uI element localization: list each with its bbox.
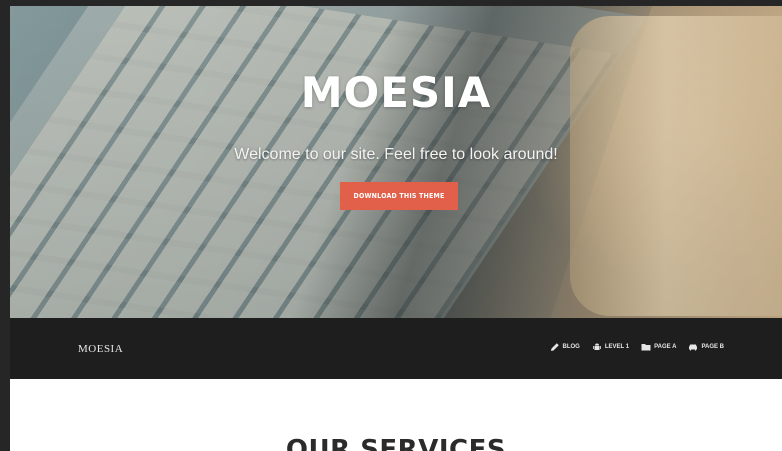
- browser-frame: MOESIA Welcome to our site. Feel free to…: [0, 0, 782, 451]
- nav-item-blog[interactable]: Blog: [550, 342, 580, 352]
- hero-section: MOESIA Welcome to our site. Feel free to…: [10, 6, 782, 318]
- section-title: OUR SERVICES: [285, 435, 507, 451]
- android-icon: [593, 343, 601, 350]
- nav-item-label: Page B: [701, 344, 724, 350]
- nav-item-label: Page A: [654, 344, 677, 350]
- car-icon: [689, 344, 698, 351]
- hero-subtitle: Welcome to our site. Feel free to look a…: [234, 146, 558, 163]
- pencil-icon: [550, 343, 559, 351]
- site-brand-link[interactable]: MOESIA: [78, 343, 123, 355]
- webpage: MOESIA Welcome to our site. Feel free to…: [10, 6, 782, 451]
- nav-item-page-b[interactable]: Page B: [688, 342, 724, 352]
- folder-icon: [641, 344, 651, 351]
- nav-item-level-1[interactable]: Level 1: [592, 342, 629, 352]
- main-navbar: MOESIA Blog Level 1 Page A Page B: [10, 318, 782, 379]
- download-theme-button[interactable]: Download this theme: [340, 182, 458, 210]
- nav-item-page-a[interactable]: Page A: [641, 342, 676, 352]
- hero-title: MOESIA: [300, 68, 492, 117]
- services-section: OUR SERVICES: [10, 379, 782, 451]
- nav-item-label: Blog: [562, 344, 580, 350]
- nav-menu: Blog Level 1 Page A Page B: [550, 342, 724, 352]
- nav-item-label: Level 1: [604, 344, 630, 350]
